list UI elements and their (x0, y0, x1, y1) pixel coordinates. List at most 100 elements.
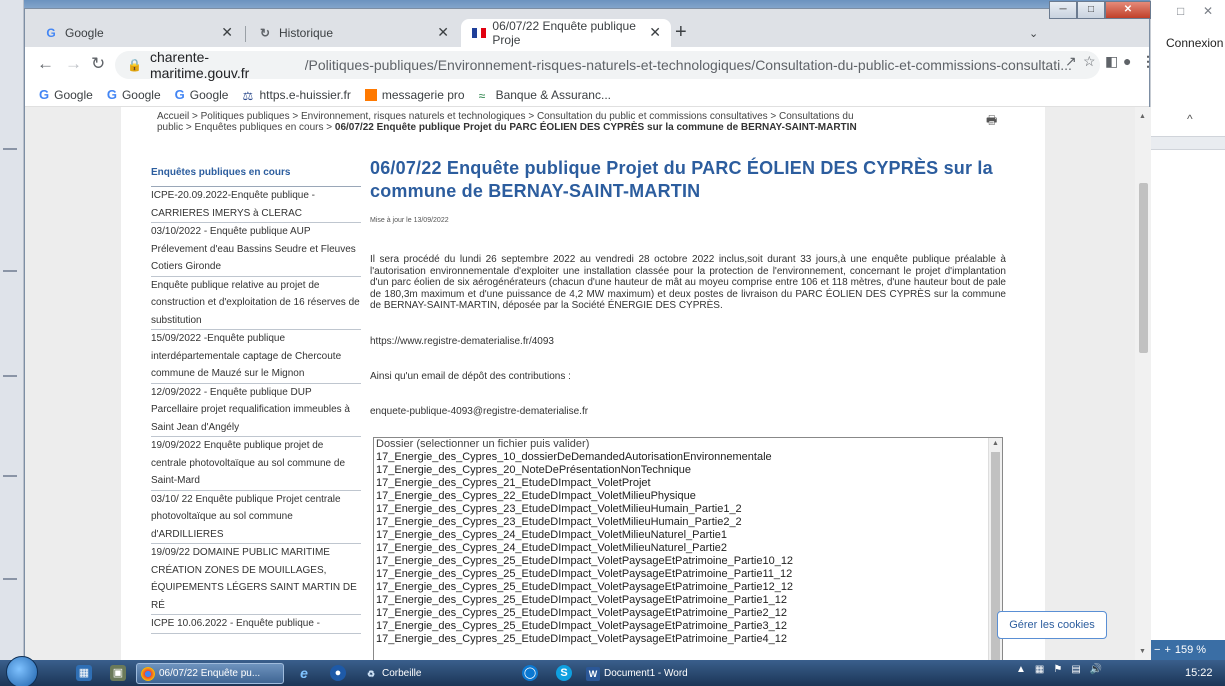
dossier-option[interactable]: 17_Energie_des_Cypres_25_EtudeDImpact_Vo… (374, 620, 1002, 633)
dossier-option[interactable]: 17_Energie_des_Cypres_10_dossierDeDemand… (374, 451, 1002, 464)
lock-icon[interactable]: 🔒 (127, 58, 142, 72)
dossier-listbox[interactable]: Dossier (selectionner un fichier puis va… (373, 437, 1003, 661)
dossier-option[interactable]: 17_Energie_des_Cypres_23_EtudeDImpact_Vo… (374, 516, 1002, 529)
restore-icon[interactable]: □ (1177, 4, 1184, 18)
zoom-out-icon[interactable]: − (1154, 644, 1160, 656)
bookmark-label: messagerie pro (381, 87, 465, 102)
desktop-icon[interactable]: ▦ (76, 665, 92, 681)
tray-security-icon[interactable]: ⚑ (1053, 664, 1062, 675)
dossier-option[interactable]: 17_Energie_des_Cypres_25_EtudeDImpact_Vo… (374, 594, 1002, 607)
sidebar-title: Enquêtes publiques en cours (151, 163, 361, 187)
tab-enquete-publique[interactable]: 06/07/22 Enquête publique Proje ✕ (461, 19, 671, 47)
registry-link[interactable]: https://www.registre-dematerialise.fr/40… (370, 336, 1006, 347)
tab-label: Historique (279, 26, 334, 40)
zoom-in-icon[interactable]: + (1164, 644, 1170, 656)
bank-icon: ≈ (478, 88, 486, 103)
bookmark-google-1[interactable]: G Google (39, 87, 93, 102)
scrollbar-thumb[interactable] (1139, 183, 1148, 353)
dossier-option[interactable]: 17_Energie_des_Cypres_21_EtudeDImpact_Vo… (374, 477, 1002, 490)
bookmark-label: Google (189, 87, 229, 102)
scroll-up-icon[interactable]: ▲ (992, 440, 999, 447)
bookmarks-bar: G Google G Google G Google ⚖ https.e-huissie… (25, 83, 1149, 107)
side-panel-icon[interactable]: ◧ (1105, 53, 1118, 70)
tab-google[interactable]: G Google ✕ (33, 19, 243, 47)
close-tab-icon[interactable]: ✕ (221, 24, 233, 41)
page-scrollbar[interactable]: ▲ ▼ (1135, 107, 1151, 661)
reload-icon[interactable]: ↻ (91, 54, 105, 74)
manage-cookies-button[interactable]: Gérer les cookies (997, 611, 1107, 639)
page-viewport: Accueil > Politiques publiques > Environ… (25, 107, 1151, 661)
dossier-placeholder[interactable]: Dossier (selectionner un fichier puis va… (374, 438, 1002, 451)
skype-icon[interactable]: S (556, 665, 572, 681)
dossier-option[interactable]: 17_Energie_des_Cypres_23_EtudeDImpact_Vo… (374, 503, 1002, 516)
taskbar-word[interactable]: W Document1 - Word (582, 663, 732, 684)
close-tab-icon[interactable]: ✕ (437, 24, 449, 41)
dossier-option[interactable]: 17_Energie_des_Cypres_24_EtudeDImpact_Vo… (374, 529, 1002, 542)
dossier-option[interactable]: 17_Energie_des_Cypres_22_EtudeDImpact_Vo… (374, 490, 1002, 503)
sidebar-item[interactable]: Enquête publique relative au projet de c… (151, 277, 361, 330)
bookmark-messagerie[interactable]: messagerie pro (364, 87, 465, 102)
taskbar-chrome[interactable]: 06/07/22 Enquête pu... (136, 663, 284, 684)
tray-network-icon[interactable]: ▤ (1071, 664, 1080, 675)
taskbar-recycle-bin[interactable]: ♻ Corbeille (360, 663, 500, 684)
bookmark-google-3[interactable]: G Google (175, 87, 229, 102)
dossier-option[interactable]: 17_Energie_des_Cypres_25_EtudeDImpact_Vo… (374, 607, 1002, 620)
sidebar-item[interactable]: 12/09/2022 - Enquête publique DUP Parcel… (151, 384, 361, 437)
breadcrumb: Accueil > Politiques publiques > Environ… (157, 111, 857, 133)
connexion-link[interactable]: Connexion (1166, 36, 1223, 50)
scroll-down-icon[interactable]: ▼ (1139, 648, 1146, 655)
sidebar-item[interactable]: 03/10/ 22 Enquête publique Projet centra… (151, 491, 361, 544)
zoom-control[interactable]: − + 159 % (1150, 640, 1225, 660)
email-address[interactable]: enquete-publique-4093@registre-demateria… (370, 406, 1006, 417)
tray-app-icon[interactable]: ▦ (1035, 664, 1044, 675)
start-button[interactable] (6, 656, 38, 686)
profile-avatar-icon[interactable]: ● (1123, 53, 1131, 69)
sidebar-item[interactable]: 15/09/2022 -Enquête publique interdépart… (151, 330, 361, 384)
dossier-option[interactable]: 17_Energie_des_Cypres_25_EtudeDImpact_Vo… (374, 633, 1002, 646)
forward-icon[interactable]: → (65, 54, 82, 74)
minimize-icon[interactable]: ─ (1049, 1, 1077, 19)
background-window-right-panel: □ ✕ Connexion ^ (1150, 0, 1225, 660)
bookmark-star-icon[interactable]: ☆ (1083, 53, 1096, 70)
bookmark-huissier[interactable]: ⚖ https.e-huissier.fr (242, 88, 350, 103)
internet-explorer-icon[interactable]: e (296, 665, 312, 681)
back-icon[interactable]: ← (37, 54, 54, 74)
sidebar-item[interactable]: 19/09/2022 Enquête publique projet de ce… (151, 437, 361, 491)
sidebar-item[interactable]: ICPE-20.09.2022-Enquête publique - CARRI… (151, 187, 361, 223)
sidebar-item[interactable]: ICPE 10.06.2022 - Enquête publique - (151, 615, 361, 634)
page-title: 06/07/22 Enquête publique Projet du PARC… (370, 158, 993, 201)
edge-icon[interactable]: ◯ (522, 665, 538, 681)
page-content: Accueil > Politiques publiques > Environ… (121, 107, 1045, 661)
app-icon[interactable]: ● (330, 665, 346, 681)
bookmark-google-2[interactable]: G Google (107, 87, 161, 102)
dossier-option[interactable]: 17_Energie_des_Cypres_20_NoteDePrésentat… (374, 464, 1002, 477)
bookmark-banque[interactable]: ≈ Banque & Assuranc... (478, 88, 611, 103)
sidebar-item[interactable]: 03/10/2022 - Enquête publique AUP Prélev… (151, 223, 361, 277)
scroll-up-icon[interactable]: ▲ (1139, 113, 1146, 120)
volume-icon[interactable]: 🔊 (1090, 664, 1102, 675)
main-content: 06/07/22 Enquête publique Projet du PARC… (370, 157, 1006, 417)
email-intro: Ainsi qu'un email de dépôt des contribut… (370, 370, 571, 382)
explorer-icon[interactable]: ▣ (110, 665, 126, 681)
tab-historique[interactable]: ↻ Historique ✕ (247, 19, 459, 47)
dossier-option[interactable]: 17_Energie_des_Cypres_25_EtudeDImpact_Vo… (374, 581, 1002, 594)
tab-search-icon[interactable]: ⌄ (1029, 27, 1038, 40)
menu-icon[interactable]: ⋮ (1141, 53, 1155, 70)
new-tab-icon[interactable]: + (675, 21, 687, 44)
share-icon[interactable]: ↗ (1065, 53, 1077, 70)
clock[interactable]: 15:22 (1185, 667, 1213, 679)
dossier-option[interactable]: 17_Energie_des_Cypres_25_EtudeDImpact_Vo… (374, 568, 1002, 581)
close-icon[interactable]: ✕ (1203, 4, 1213, 18)
dossier-option[interactable]: 17_Energie_des_Cypres_25_EtudeDImpact_Vo… (374, 555, 1002, 568)
close-tab-icon[interactable]: ✕ (649, 24, 661, 41)
dossier-option[interactable]: 17_Energie_des_Cypres_24_EtudeDImpact_Vo… (374, 542, 1002, 555)
tab-separator (245, 26, 246, 42)
address-bar[interactable]: 🔒 charente-maritime.gouv.fr /Politiques-… (115, 49, 1100, 81)
system-tray: ▲ ▦ ⚑ ▤ 🔊 (1016, 664, 1102, 675)
close-window-icon[interactable]: ✕ (1105, 1, 1151, 19)
print-icon[interactable]: 🖶 (986, 111, 997, 132)
tray-arrow-icon[interactable]: ▲ (1016, 664, 1026, 675)
maximize-icon[interactable]: □ (1077, 1, 1105, 19)
sidebar-item[interactable]: 19/09/22 DOMAINE PUBLIC MARITIME CRÉATIO… (151, 544, 361, 615)
collapse-ribbon-icon[interactable]: ^ (1187, 112, 1193, 126)
